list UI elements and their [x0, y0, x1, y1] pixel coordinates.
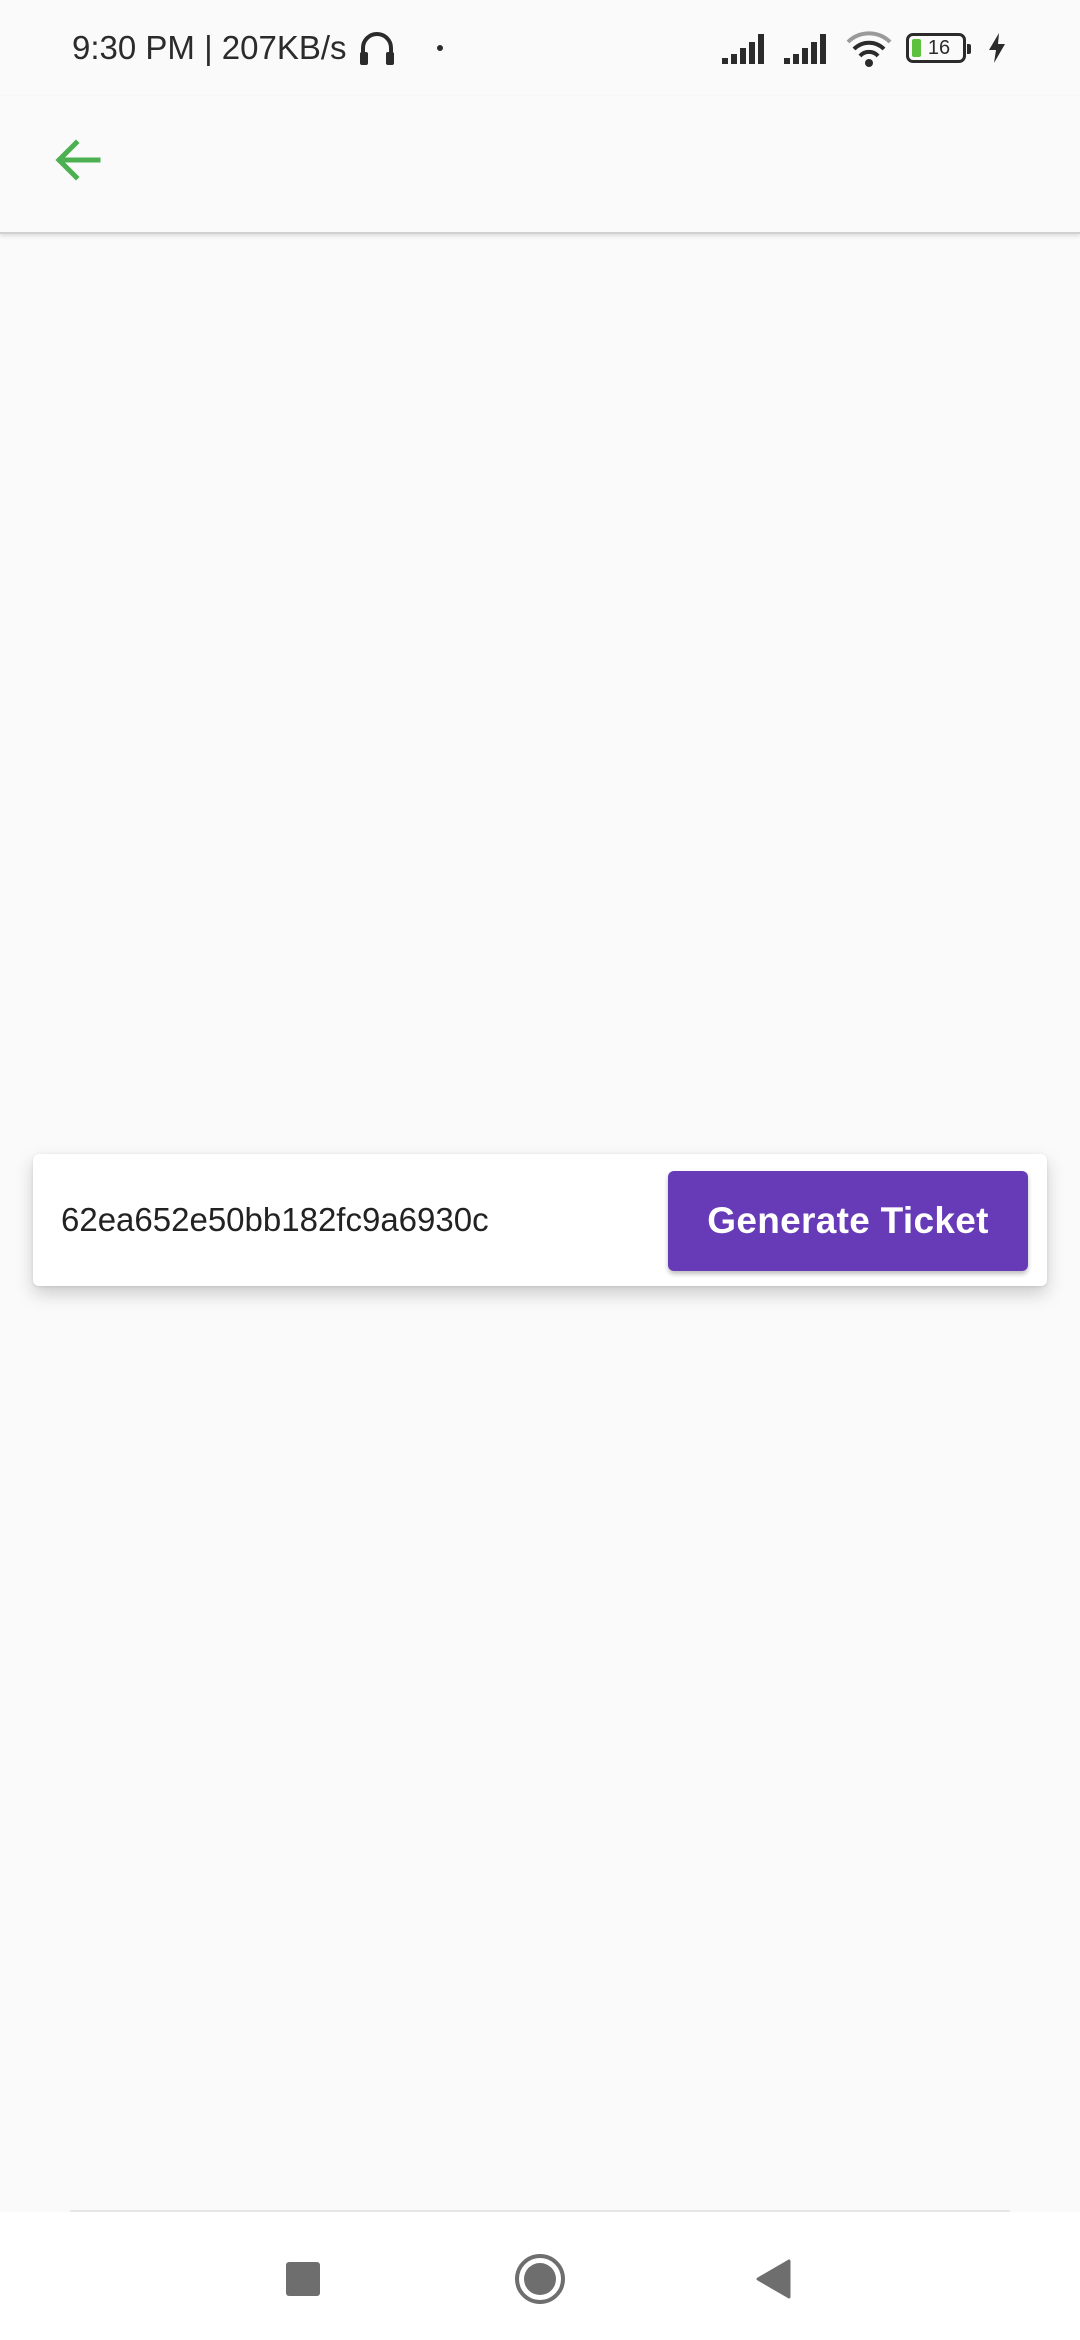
system-back-button[interactable]	[728, 2234, 818, 2324]
signal-icon	[722, 34, 764, 64]
status-right: 16	[720, 28, 1008, 68]
system-nav-bar	[0, 2212, 1080, 2340]
battery-percentage: 16	[927, 37, 951, 59]
home-icon	[515, 2254, 565, 2304]
generate-ticket-button[interactable]: Generate Ticket	[668, 1171, 1028, 1271]
ticket-id-input[interactable]	[61, 1190, 661, 1250]
status-time-speed: 9:30 PM | 207KB/s	[72, 29, 347, 66]
charging-bolt-icon	[989, 33, 1005, 63]
app-bar	[0, 96, 1080, 234]
back-button[interactable]	[40, 122, 116, 198]
arrow-back-icon	[55, 139, 101, 181]
wifi-icon	[846, 31, 892, 67]
back-icon	[756, 2259, 791, 2299]
recent-apps-icon	[286, 2262, 320, 2296]
headphones-icon	[359, 32, 394, 65]
home-button[interactable]	[495, 2234, 585, 2324]
ticket-card: Generate Ticket	[33, 1154, 1047, 1286]
notification-dot	[436, 45, 443, 51]
status-bar: 9:30 PM | 207KB/s 16	[0, 0, 1080, 96]
signal-icon	[784, 34, 826, 64]
status-left: 9:30 PM | 207KB/s	[72, 28, 443, 68]
battery-icon: 16	[906, 33, 971, 63]
recent-apps-button[interactable]	[258, 2234, 348, 2324]
